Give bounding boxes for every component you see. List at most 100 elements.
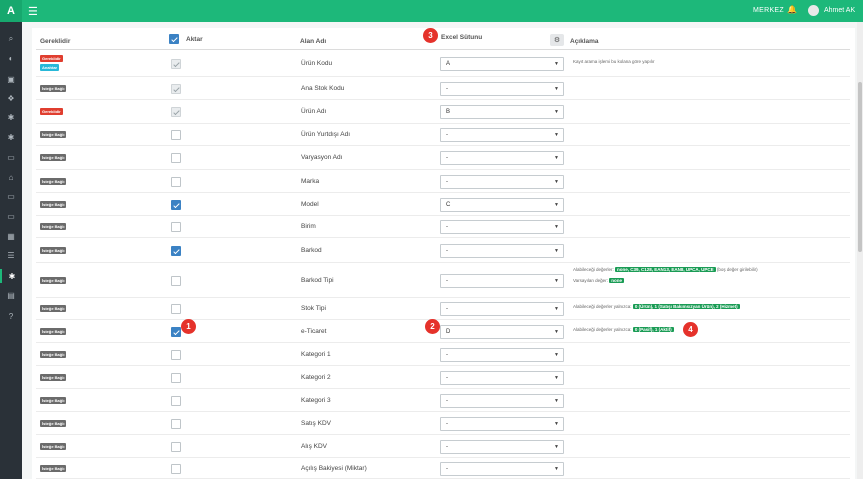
table-row: İsteğe Bağlı Alış KDV - ▼: [36, 435, 850, 458]
excel-column-select[interactable]: D ▼: [440, 325, 564, 339]
table-row: İsteğe Bağlı Kategori 3 - ▼: [36, 389, 850, 412]
excel-column-select[interactable]: - ▼: [440, 274, 564, 288]
active-checkbox[interactable]: [171, 200, 181, 210]
status-badge: Anahtar: [40, 64, 60, 71]
status-badge: İsteğe Bağlı: [40, 397, 67, 404]
field-name: Ürün Kodu: [301, 60, 333, 67]
payment-icon[interactable]: ▭: [0, 150, 22, 164]
active-checkbox[interactable]: [171, 130, 181, 140]
table-row: İsteğe Bağlı Kategori 2- ▼: [36, 366, 850, 389]
bank-icon[interactable]: ⌂: [0, 170, 22, 184]
payment-icon[interactable]: ▭: [0, 209, 22, 223]
excel-column-select[interactable]: - ▼: [440, 128, 564, 142]
settings-icon[interactable]: ✱: [0, 130, 22, 144]
table-row: Gereklidir Ürün Adı B ▼: [36, 100, 850, 124]
chevron-down-icon: ▼: [554, 278, 559, 284]
user-name[interactable]: Ahmet AK: [824, 7, 855, 14]
top-bar: A ☰ MERKEZ 🔔 Ahmet AK: [0, 0, 863, 22]
active-checkbox[interactable]: [171, 246, 181, 256]
payment-icon[interactable]: ▭: [0, 189, 22, 203]
chevron-down-icon: ▼: [554, 248, 559, 254]
excel-column-select[interactable]: - ▼: [440, 462, 564, 476]
excel-column-select[interactable]: - ▼: [440, 220, 564, 234]
header-description: Açıklama: [570, 38, 599, 45]
settings-icon[interactable]: ✱: [0, 110, 22, 124]
excel-column-select[interactable]: - ▼: [440, 151, 564, 165]
document-icon[interactable]: ▤: [0, 288, 22, 302]
field-name: Ürün Yurtdışı Adı: [301, 131, 351, 138]
active-checkbox[interactable]: [171, 396, 181, 406]
excel-column-value: -: [446, 278, 448, 284]
scroll-thumb[interactable]: [858, 82, 862, 252]
active-checkbox[interactable]: [171, 327, 181, 337]
avatar[interactable]: [808, 5, 819, 16]
chevron-down-icon: ▼: [554, 466, 559, 472]
dashboard-icon[interactable]: ◐: [0, 51, 22, 65]
active-checkbox[interactable]: [171, 373, 181, 383]
header-required: Gereklidir: [40, 38, 71, 45]
status-badge: İsteğe Bağlı: [40, 374, 67, 381]
field-name: Marka: [301, 178, 320, 185]
default-value-tag: none: [609, 278, 624, 283]
app-logo[interactable]: A: [0, 0, 22, 22]
page-scrollbar[interactable]: [857, 22, 863, 479]
table-row: İsteğe Bağlı Stok Tipi - ▼ Alabileceği değer…: [36, 298, 850, 320]
status-badge: İsteğe Bağlı: [40, 277, 67, 284]
field-name: Ürün Adı: [301, 108, 327, 115]
excel-column-value: -: [446, 306, 448, 312]
help-icon[interactable]: ?: [0, 309, 22, 323]
excel-column-select[interactable]: - ▼: [440, 244, 564, 258]
status-badge: İsteğe Bağlı: [40, 465, 67, 472]
gear-icon[interactable]: ⚙: [550, 34, 564, 46]
excel-column-select[interactable]: - ▼: [440, 175, 564, 189]
active-checkbox: [171, 59, 181, 69]
excel-column-select[interactable]: A ▼: [440, 57, 564, 71]
status-badge: İsteğe Bağlı: [40, 443, 67, 450]
active-checkbox[interactable]: [171, 442, 181, 452]
active-checkbox[interactable]: [171, 177, 181, 187]
table-row: İsteğe Bağlı Marka - ▼: [36, 170, 850, 193]
search-icon[interactable]: ⌕: [0, 32, 22, 46]
list-icon[interactable]: ☰: [0, 248, 22, 262]
excel-column-select[interactable]: - ▼: [440, 440, 564, 454]
excel-column-select[interactable]: B ▼: [440, 105, 564, 119]
desc-prefix: Varsayılan değer:: [573, 278, 608, 283]
table-row: Gereklidir Anahtar Ürün Kodu A ▼ Kayıt arama …: [36, 51, 850, 77]
field-name: Açılış Bakiyesi (Miktar): [301, 465, 367, 472]
excel-column-select[interactable]: C ▼: [440, 198, 564, 212]
excel-column-value: -: [446, 375, 448, 381]
status-badge: Gereklidir: [40, 108, 63, 115]
status-badge: İsteğe Bağlı: [40, 420, 67, 427]
gear-active-icon[interactable]: ✱: [0, 269, 22, 283]
excel-column-select[interactable]: - ▼: [440, 371, 564, 385]
bell-icon[interactable]: 🔔: [787, 5, 797, 14]
select-all-checkbox[interactable]: [169, 34, 179, 44]
chevron-down-icon: ▼: [554, 421, 559, 427]
calendar-icon[interactable]: ▦: [0, 229, 22, 243]
excel-column-select[interactable]: - ▼: [440, 302, 564, 316]
table-row: İsteğe Bağlı Barkod - ▼: [36, 238, 850, 263]
table-row: İsteğe Bağlı Açılış Bakiyesi (Miktar) - ▼: [36, 458, 850, 479]
boxes-icon[interactable]: ❖: [0, 91, 22, 105]
active-checkbox[interactable]: [171, 464, 181, 474]
book-icon[interactable]: ▣: [0, 72, 22, 86]
excel-column-value: -: [446, 421, 448, 427]
excel-column-select[interactable]: - ▼: [440, 394, 564, 408]
field-name: Barkod: [301, 247, 322, 254]
excel-column-select[interactable]: - ▼: [440, 82, 564, 96]
active-checkbox[interactable]: [171, 419, 181, 429]
active-checkbox[interactable]: [171, 222, 181, 232]
active-checkbox[interactable]: [171, 350, 181, 360]
desc-prefix: Alabileceği değerler yalnızca:: [573, 304, 632, 309]
active-checkbox[interactable]: [171, 304, 181, 314]
hamburger-icon[interactable]: ☰: [28, 5, 38, 18]
field-name: Kategori 3: [301, 397, 331, 404]
active-checkbox[interactable]: [171, 153, 181, 163]
excel-column-select[interactable]: - ▼: [440, 417, 564, 431]
branch-selector[interactable]: MERKEZ: [753, 7, 784, 14]
field-name: Model: [301, 201, 319, 208]
active-checkbox[interactable]: [171, 276, 181, 286]
excel-column-select[interactable]: - ▼: [440, 348, 564, 362]
status-badge: İsteğe Bağlı: [40, 178, 67, 185]
description-text: Kayıt arama işlemi bu kolana göre yapılı…: [573, 59, 655, 64]
